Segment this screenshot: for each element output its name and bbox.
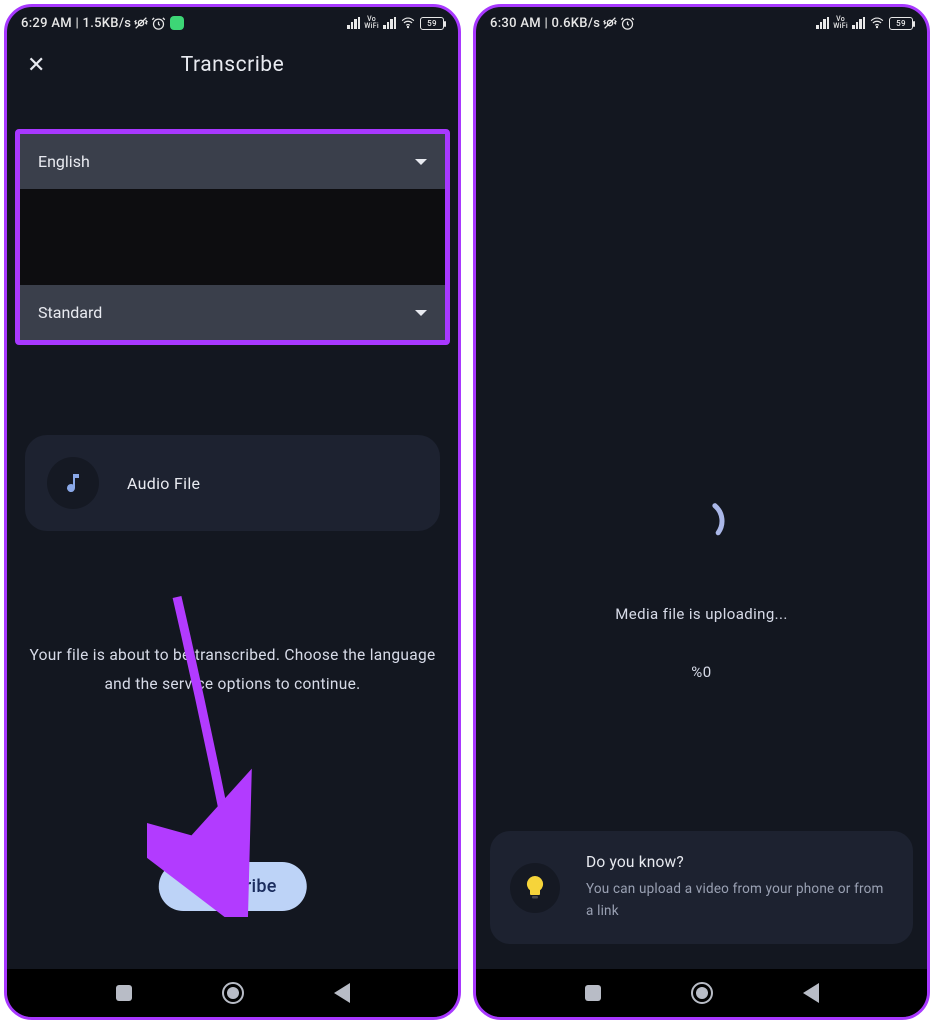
tier-select[interactable]: Standard	[20, 285, 445, 340]
vowifi-icon: VoWiFi	[364, 16, 379, 30]
status-bar: 6:29 AM | 1.5KB/s VoWiFi 59	[7, 7, 458, 35]
system-nav-bar	[476, 969, 927, 1017]
loading-spinner-icon	[676, 495, 728, 547]
upload-percent-text: %0	[476, 663, 927, 681]
battery-icon: 59	[889, 17, 913, 30]
page-title: Transcribe	[27, 53, 438, 77]
app-header: ✕ Transcribe	[7, 35, 458, 87]
status-bar: 6:30 AM | 0.6KB/s VoWiFi 59	[476, 7, 927, 35]
status-time-net: 6:30 AM | 0.6KB/s	[490, 16, 600, 31]
phone-right: 6:30 AM | 0.6KB/s VoWiFi 59 Media file i…	[473, 4, 930, 1020]
audio-file-label: Audio File	[127, 474, 200, 493]
transcribe-button-label: Transcribe	[188, 876, 276, 897]
tier-value: Standard	[38, 303, 102, 322]
wifi-icon	[400, 16, 416, 30]
tip-card: Do you know? You can upload a video from…	[490, 831, 913, 944]
nav-back-button[interactable]	[334, 983, 350, 1003]
language-value: English	[38, 152, 90, 171]
language-select[interactable]: English	[20, 134, 445, 189]
phone-left: 6:29 AM | 1.5KB/s VoWiFi 59 ✕ Transcribe	[4, 4, 461, 1020]
chevron-down-icon	[415, 310, 427, 316]
wifi-icon	[869, 16, 885, 30]
instruction-text: Your file is about to be transcribed. Ch…	[21, 641, 444, 700]
alarm-icon	[620, 16, 635, 31]
chevron-down-icon	[415, 159, 427, 165]
nav-back-button[interactable]	[803, 983, 819, 1003]
audio-file-card[interactable]: Audio File	[25, 435, 440, 531]
select-spacer	[20, 189, 445, 285]
signal-icon-2	[383, 17, 396, 29]
music-note-icon	[47, 457, 99, 509]
annotation-highlight: English Standard	[15, 129, 450, 345]
signal-icon	[816, 17, 829, 29]
nav-home-button[interactable]	[222, 982, 244, 1004]
app-chip-icon	[170, 16, 184, 30]
battery-icon: 59	[420, 17, 444, 30]
alarm-icon	[151, 16, 166, 31]
nav-recents-button[interactable]	[585, 985, 601, 1001]
nav-recents-button[interactable]	[116, 985, 132, 1001]
lightbulb-icon	[510, 863, 560, 913]
upload-status-text: Media file is uploading...	[476, 605, 927, 623]
vibrate-icon	[133, 15, 149, 31]
signal-icon-2	[852, 17, 865, 29]
nav-home-button[interactable]	[691, 982, 713, 1004]
vibrate-icon	[602, 15, 618, 31]
system-nav-bar	[7, 969, 458, 1017]
tip-body: You can upload a video from your phone o…	[586, 879, 893, 922]
transcribe-button[interactable]: Transcribe	[158, 862, 306, 911]
vowifi-icon: VoWiFi	[833, 16, 848, 30]
status-time-net: 6:29 AM | 1.5KB/s	[21, 16, 131, 31]
tip-title: Do you know?	[586, 853, 893, 871]
signal-icon	[347, 17, 360, 29]
